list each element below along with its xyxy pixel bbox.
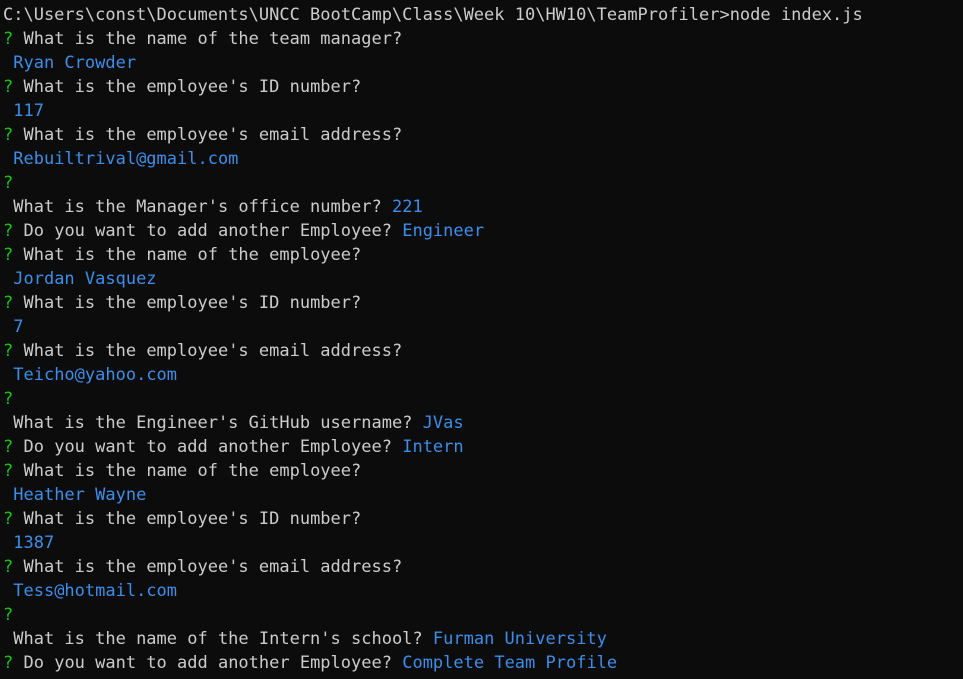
- question-text: What is the name of the Intern's school?: [13, 629, 423, 649]
- question-text: Do you want to add another Employee?: [23, 653, 392, 673]
- question-line: What is the Engineer's GitHub username? …: [3, 411, 963, 435]
- answer-text: Teicho@yahoo.com: [13, 365, 178, 385]
- answer-line: 117: [3, 99, 963, 123]
- question-mark: ?: [3, 653, 14, 673]
- question-line: ? Do you want to add another Employee? I…: [3, 435, 963, 459]
- question-line: ?: [3, 603, 963, 627]
- command-line: C:\Users\const\Documents\UNCC BootCamp\C…: [3, 3, 963, 27]
- question-text: What is the Manager's office number?: [13, 197, 382, 217]
- terminal-window[interactable]: C:\Users\const\Documents\UNCC BootCamp\C…: [3, 3, 963, 679]
- question-text: What is the employee's ID number?: [23, 509, 362, 529]
- question-mark: ?: [3, 341, 14, 361]
- answer-text: Jordan Vasquez: [13, 269, 157, 289]
- question-mark: ?: [3, 245, 14, 265]
- answer-text: Tess@hotmail.com: [13, 581, 178, 601]
- answer-text: 221: [391, 197, 423, 217]
- question-line: ? What is the employee's ID number?: [3, 291, 963, 315]
- question-text: What is the name of the employee?: [23, 245, 362, 265]
- answer-text: Furman University: [432, 629, 607, 649]
- question-mark: ?: [3, 293, 14, 313]
- answer-line: Rebuiltrival@gmail.com: [3, 147, 963, 171]
- question-text: Do you want to add another Employee?: [23, 221, 392, 241]
- question-text: What is the employee's ID number?: [23, 77, 362, 97]
- question-text: What is the employee's ID number?: [23, 293, 362, 313]
- question-mark: ?: [3, 221, 14, 241]
- question-line: ? What is the employee's email address?: [3, 339, 963, 363]
- question-mark: ?: [3, 77, 14, 97]
- question-text: What is the name of the employee?: [23, 461, 362, 481]
- question-text: What is the employee's email address?: [23, 341, 403, 361]
- question-mark: ?: [3, 29, 14, 49]
- question-mark: ?: [3, 509, 14, 529]
- question-line: ?: [3, 171, 963, 195]
- command-text: node index.js: [729, 5, 863, 25]
- answer-line: Heather Wayne: [3, 483, 963, 507]
- answer-text: 7: [13, 317, 24, 337]
- question-mark: ?: [3, 389, 14, 409]
- question-line: ? What is the name of the employee?: [3, 459, 963, 483]
- question-line: ? What is the employee's email address?: [3, 123, 963, 147]
- question-text: What is the employee's email address?: [23, 557, 403, 577]
- question-line: ?: [3, 387, 963, 411]
- question-mark: ?: [3, 437, 14, 457]
- answer-text: Heather Wayne: [13, 485, 147, 505]
- question-mark: ?: [3, 173, 14, 193]
- question-line: ? What is the employee's ID number?: [3, 75, 963, 99]
- question-mark: ?: [3, 605, 14, 625]
- answer-line: Tess@hotmail.com: [3, 579, 963, 603]
- answer-text: 1387: [13, 533, 55, 553]
- answer-line: Ryan Crowder: [3, 51, 963, 75]
- answer-text: Engineer: [402, 221, 485, 241]
- answer-line: Teicho@yahoo.com: [3, 363, 963, 387]
- answer-text: Complete Team Profile: [402, 653, 618, 673]
- question-line: ? What is the employee's email address?: [3, 555, 963, 579]
- answer-text: JVas: [422, 413, 464, 433]
- question-line: ? Do you want to add another Employee? E…: [3, 219, 963, 243]
- answer-text: 117: [13, 101, 44, 121]
- question-text: Do you want to add another Employee?: [23, 437, 392, 457]
- question-mark: ?: [3, 461, 14, 481]
- question-line: ? What is the name of the team manager?: [3, 27, 963, 51]
- question-text: What is the name of the team manager?: [23, 29, 403, 49]
- question-mark: ?: [3, 557, 14, 577]
- answer-text: Rebuiltrival@gmail.com: [13, 149, 239, 169]
- answer-text: Intern: [402, 437, 464, 457]
- prompt-path: C:\Users\const\Documents\UNCC BootCamp\C…: [3, 5, 730, 25]
- answer-line: 7: [3, 315, 963, 339]
- question-line: What is the Manager's office number? 221: [3, 195, 963, 219]
- answer-text: Ryan Crowder: [13, 53, 137, 73]
- question-line: ? What is the name of the employee?: [3, 243, 963, 267]
- question-line: ? What is the employee's ID number?: [3, 507, 963, 531]
- question-line: What is the name of the Intern's school?…: [3, 627, 963, 651]
- question-mark: ?: [3, 125, 14, 145]
- answer-line: Jordan Vasquez: [3, 267, 963, 291]
- question-text: What is the Engineer's GitHub username?: [13, 413, 413, 433]
- answer-line: 1387: [3, 531, 963, 555]
- question-line: ? Do you want to add another Employee? C…: [3, 651, 963, 675]
- question-text: What is the employee's email address?: [23, 125, 403, 145]
